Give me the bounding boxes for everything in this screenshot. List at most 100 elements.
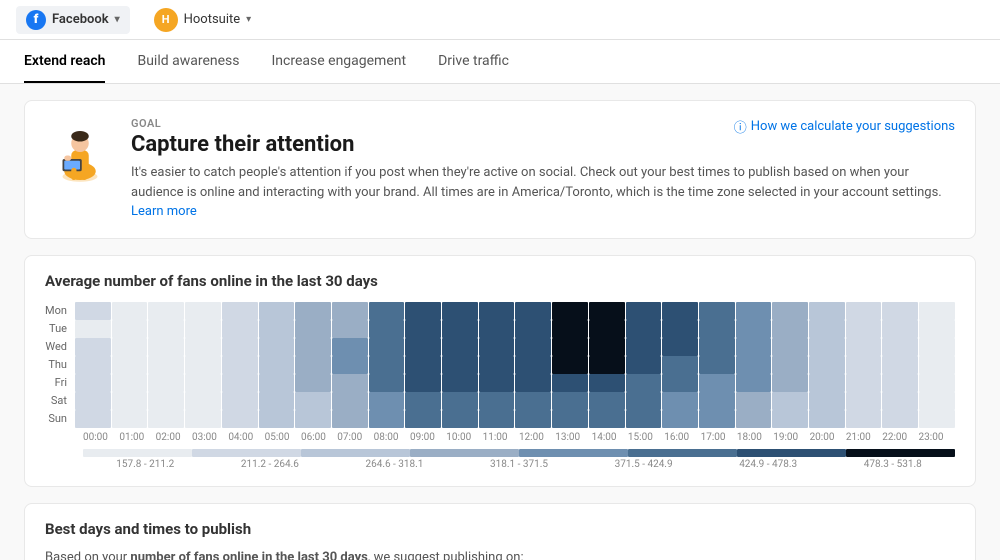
tab-extend-reach[interactable]: Extend reach [24, 41, 105, 83]
tab-increase-engagement[interactable]: Increase engagement [272, 41, 407, 83]
heatmap-cell [369, 392, 405, 410]
heatmap-cell [332, 392, 368, 410]
heatmap-cell [75, 410, 111, 428]
heatmap-title: Average number of fans online in the las… [45, 272, 955, 290]
heatmap-container: MonTueWedThuFriSatSun 00:0001:0002:0003:… [45, 302, 955, 470]
learn-more-link[interactable]: Learn more [131, 204, 197, 219]
heatmap-cell [479, 356, 515, 374]
best-times-section: Best days and times to publish Based on … [24, 503, 976, 560]
heatmap-cell [405, 338, 441, 356]
heatmap-hour-label: 19:00 [773, 432, 809, 443]
heatmap-cell [442, 338, 478, 356]
heatmap-cell [736, 338, 772, 356]
heatmap-cell [148, 410, 184, 428]
heatmap-cell [369, 320, 405, 338]
heatmap-cell [736, 410, 772, 428]
tab-drive-traffic[interactable]: Drive traffic [438, 41, 509, 83]
legend-segment [83, 449, 192, 457]
heatmap-cell [369, 356, 405, 374]
heatmap-cell [589, 392, 625, 410]
heatmap-cell [259, 356, 295, 374]
heatmap-cell [405, 374, 441, 392]
goal-section: GOAL Capture their attention It's easier… [24, 100, 976, 239]
heatmap-cell [515, 338, 551, 356]
heatmap-hour-label: 16:00 [664, 432, 700, 443]
heatmap-cell [332, 356, 368, 374]
heatmap-row-fri: Fri [45, 374, 955, 392]
calc-link[interactable]: ⓘ How we calculate your suggestions [734, 117, 955, 136]
heatmap-cell [662, 320, 698, 338]
heatmap-row-sun: Sun [45, 410, 955, 428]
heatmap-cell [589, 302, 625, 320]
facebook-label: Facebook [52, 12, 109, 27]
heatmap-cell [369, 338, 405, 356]
question-icon: ⓘ [734, 117, 747, 136]
heatmap-day-label: Mon [45, 304, 75, 317]
heatmap-cell [772, 374, 808, 392]
heatmap-row-sat: Sat [45, 392, 955, 410]
facebook-icon: f [26, 10, 46, 30]
heatmap-cell [405, 356, 441, 374]
heatmap-cell [479, 320, 515, 338]
heatmap-hour-label: 21:00 [846, 432, 882, 443]
heatmap-cell [515, 320, 551, 338]
heatmap-day-label: Wed [45, 340, 75, 353]
heatmap-row-mon: Mon [45, 302, 955, 320]
heatmap-cell [259, 392, 295, 410]
heatmap-cell [846, 302, 882, 320]
heatmap-cells [75, 356, 955, 374]
heatmap-cell [662, 410, 698, 428]
top-nav: f Facebook ▾ H Hootsuite ▾ [0, 0, 1000, 40]
heatmap-cell [112, 320, 148, 338]
heatmap-section: Average number of fans online in the las… [24, 255, 976, 487]
heatmap-cell [185, 302, 221, 320]
heatmap-hour-label: 18:00 [737, 432, 773, 443]
goal-description: It's easier to catch people's attention … [131, 163, 955, 222]
heatmap-cell [479, 302, 515, 320]
heatmap-cell [259, 302, 295, 320]
legend-segment [410, 449, 519, 457]
heatmap-cell [295, 356, 331, 374]
heatmap-hour-label: 09:00 [410, 432, 446, 443]
heatmap-cell [626, 356, 662, 374]
heatmap-cell [882, 356, 918, 374]
heatmap-cell [442, 374, 478, 392]
heatmap-day-label: Sun [45, 412, 75, 425]
heatmap-cell [626, 374, 662, 392]
heatmap-cell [222, 392, 258, 410]
heatmap-cell [442, 410, 478, 428]
heatmap-cell [112, 338, 148, 356]
heatmap-cell [185, 410, 221, 428]
heatmap-cell [222, 374, 258, 392]
hootsuite-avatar: H [154, 8, 178, 32]
heatmap-hour-label: 02:00 [156, 432, 192, 443]
heatmap-cell [222, 320, 258, 338]
heatmap-legend [83, 449, 955, 457]
facebook-selector[interactable]: f Facebook ▾ [16, 6, 130, 34]
heatmap-cell [882, 392, 918, 410]
heatmap-cell [259, 338, 295, 356]
heatmap-cells [75, 374, 955, 392]
heatmap-cell [699, 356, 735, 374]
heatmap-cell [185, 356, 221, 374]
heatmap-cells [75, 392, 955, 410]
heatmap-cell [919, 374, 955, 392]
heatmap-cell [75, 320, 111, 338]
heatmap-cell [626, 302, 662, 320]
heatmap-cell [589, 320, 625, 338]
heatmap-cell [882, 374, 918, 392]
legend-segment [628, 449, 737, 457]
heatmap-cell [736, 302, 772, 320]
tab-build-awareness[interactable]: Build awareness [137, 41, 239, 83]
heatmap-cell [699, 320, 735, 338]
heatmap-cell [112, 302, 148, 320]
hootsuite-selector[interactable]: H Hootsuite ▾ [154, 8, 252, 32]
heatmap-cell [736, 356, 772, 374]
heatmap-hour-label: 07:00 [337, 432, 373, 443]
heatmap-hour-label: 13:00 [555, 432, 591, 443]
heatmap-cell [736, 320, 772, 338]
heatmap-cell [405, 392, 441, 410]
heatmap-cell [589, 374, 625, 392]
heatmap-cell [442, 302, 478, 320]
heatmap-row-wed: Wed [45, 338, 955, 356]
